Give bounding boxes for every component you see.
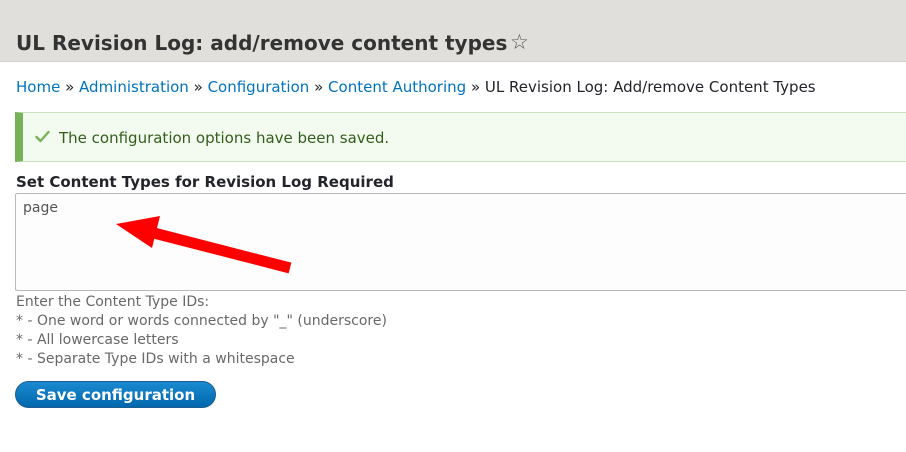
breadcrumb-link-configuration[interactable]: Configuration: [208, 78, 310, 96]
star-icon[interactable]: ☆: [510, 29, 529, 55]
breadcrumb-link-content-authoring[interactable]: Content Authoring: [328, 78, 466, 96]
field-description: Enter the Content Type IDs: * - One word…: [16, 293, 387, 369]
page-header: UL Revision Log: add/remove content type…: [0, 0, 906, 62]
description-line: Enter the Content Type IDs:: [16, 294, 210, 310]
status-text: The configuration options have been save…: [59, 129, 390, 147]
breadcrumb-separator: »: [470, 78, 481, 96]
page-title: UL Revision Log: add/remove content type…: [16, 31, 508, 55]
breadcrumb-separator: »: [314, 78, 324, 96]
description-line: * - All lowercase letters: [16, 332, 179, 348]
description-line: * - Separate Type IDs with a whitespace: [16, 351, 295, 367]
breadcrumb: Home » Administration » Configuration » …: [16, 77, 816, 97]
breadcrumb-link-administration[interactable]: Administration: [79, 78, 189, 96]
content-types-textarea[interactable]: page: [15, 193, 906, 291]
save-configuration-button[interactable]: Save configuration: [15, 381, 216, 408]
status-message: The configuration options have been save…: [15, 112, 906, 162]
breadcrumb-separator: »: [193, 78, 203, 96]
description-line: * - One word or words connected by "_" (…: [16, 313, 387, 329]
breadcrumb-separator: »: [65, 78, 75, 96]
breadcrumb-current: UL Revision Log: Add/remove Content Type…: [484, 78, 816, 96]
breadcrumb-link-home[interactable]: Home: [16, 78, 60, 96]
checkmark-icon: [35, 130, 50, 143]
content-types-label: Set Content Types for Revision Log Requi…: [16, 173, 394, 191]
